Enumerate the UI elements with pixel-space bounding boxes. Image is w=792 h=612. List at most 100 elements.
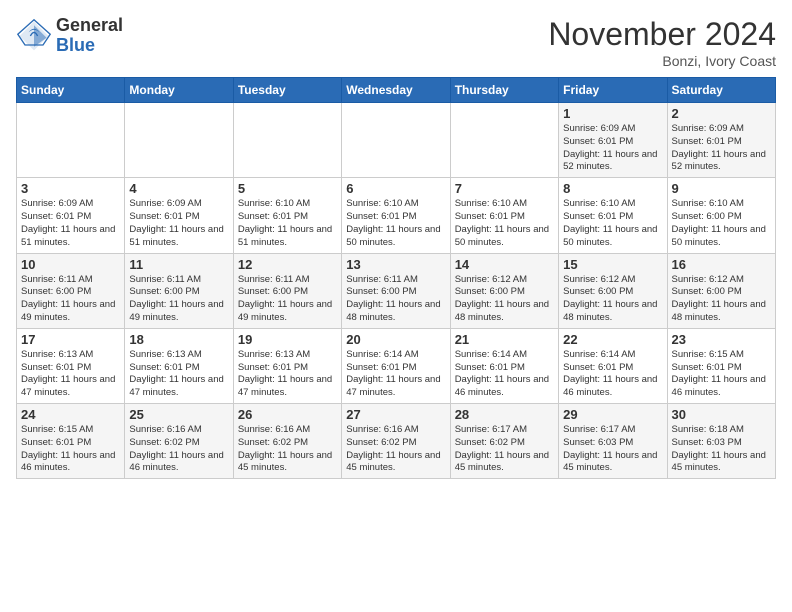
weekday-header: Wednesday: [342, 78, 450, 103]
day-info: Sunrise: 6:10 AM Sunset: 6:01 PM Dayligh…: [346, 198, 445, 249]
day-info: Sunrise: 6:12 AM Sunset: 6:00 PM Dayligh…: [563, 274, 662, 325]
calendar-cell: [17, 103, 125, 178]
calendar-cell: [342, 103, 450, 178]
day-info: Sunrise: 6:10 AM Sunset: 6:01 PM Dayligh…: [238, 198, 337, 249]
day-info: Sunrise: 6:11 AM Sunset: 6:00 PM Dayligh…: [238, 274, 337, 325]
calendar-week-row: 24 Sunrise: 6:15 AM Sunset: 6:01 PM Dayli…: [17, 404, 776, 479]
day-info: Sunrise: 6:15 AM Sunset: 6:01 PM Dayligh…: [21, 424, 120, 475]
day-info: Sunrise: 6:12 AM Sunset: 6:00 PM Dayligh…: [455, 274, 554, 325]
logo-icon: [16, 18, 52, 54]
calendar-cell: 20 Sunrise: 6:14 AM Sunset: 6:01 PM Dayli…: [342, 328, 450, 403]
day-info: Sunrise: 6:14 AM Sunset: 6:01 PM Dayligh…: [563, 349, 662, 400]
day-number: 30: [672, 407, 771, 422]
calendar-cell: 9 Sunrise: 6:10 AM Sunset: 6:00 PM Daylig…: [667, 178, 775, 253]
weekday-header: Tuesday: [233, 78, 341, 103]
location: Bonzi, Ivory Coast: [548, 53, 776, 69]
day-number: 7: [455, 181, 554, 196]
calendar-cell: 2Sunrise: 6:09 AM Sunset: 6:01 PM Daylig…: [667, 103, 775, 178]
day-number: 21: [455, 332, 554, 347]
calendar-cell: 7 Sunrise: 6:10 AM Sunset: 6:01 PM Daylig…: [450, 178, 558, 253]
calendar-cell: 3Sunrise: 6:09 AM Sunset: 6:01 PM Daylig…: [17, 178, 125, 253]
day-number: 10: [21, 257, 120, 272]
day-info: Sunrise: 6:10 AM Sunset: 6:00 PM Dayligh…: [672, 198, 771, 249]
day-number: 22: [563, 332, 662, 347]
calendar-cell: 22 Sunrise: 6:14 AM Sunset: 6:01 PM Dayli…: [559, 328, 667, 403]
day-info: Sunrise: 6:10 AM Sunset: 6:01 PM Dayligh…: [455, 198, 554, 249]
day-info: Sunrise: 6:14 AM Sunset: 6:01 PM Dayligh…: [346, 349, 445, 400]
day-number: 23: [672, 332, 771, 347]
calendar-cell: 12 Sunrise: 6:11 AM Sunset: 6:00 PM Dayli…: [233, 253, 341, 328]
calendar-cell: 18Sunrise: 6:13 AM Sunset: 6:01 PM Dayli…: [125, 328, 233, 403]
calendar-cell: 28 Sunrise: 6:17 AM Sunset: 6:02 PM Dayli…: [450, 404, 558, 479]
weekday-header: Sunday: [17, 78, 125, 103]
calendar-cell: 17Sunrise: 6:13 AM Sunset: 6:01 PM Dayli…: [17, 328, 125, 403]
day-info: Sunrise: 6:13 AM Sunset: 6:01 PM Dayligh…: [238, 349, 337, 400]
day-number: 4: [129, 181, 228, 196]
calendar-cell: 26 Sunrise: 6:16 AM Sunset: 6:02 PM Dayli…: [233, 404, 341, 479]
day-number: 20: [346, 332, 445, 347]
day-number: 18: [129, 332, 228, 347]
calendar-cell: 21Sunrise: 6:14 AM Sunset: 6:01 PM Dayli…: [450, 328, 558, 403]
day-info: Sunrise: 6:09 AM Sunset: 6:01 PM Dayligh…: [672, 123, 771, 174]
calendar-week-row: 10 Sunrise: 6:11 AM Sunset: 6:00 PM Dayli…: [17, 253, 776, 328]
calendar-cell: 19Sunrise: 6:13 AM Sunset: 6:01 PM Dayli…: [233, 328, 341, 403]
calendar-cell: [233, 103, 341, 178]
day-info: Sunrise: 6:11 AM Sunset: 6:00 PM Dayligh…: [129, 274, 228, 325]
day-info: Sunrise: 6:12 AM Sunset: 6:00 PM Dayligh…: [672, 274, 771, 325]
logo-general: General: [56, 16, 123, 36]
day-number: 5: [238, 181, 337, 196]
day-info: Sunrise: 6:16 AM Sunset: 6:02 PM Dayligh…: [346, 424, 445, 475]
day-info: Sunrise: 6:16 AM Sunset: 6:02 PM Dayligh…: [129, 424, 228, 475]
calendar-cell: [450, 103, 558, 178]
day-number: 28: [455, 407, 554, 422]
day-number: 29: [563, 407, 662, 422]
calendar-cell: 10 Sunrise: 6:11 AM Sunset: 6:00 PM Dayli…: [17, 253, 125, 328]
logo-text: General Blue: [56, 16, 123, 56]
day-number: 8: [563, 181, 662, 196]
day-number: 3: [21, 181, 120, 196]
weekday-header: Thursday: [450, 78, 558, 103]
day-info: Sunrise: 6:18 AM Sunset: 6:03 PM Dayligh…: [672, 424, 771, 475]
calendar-cell: [125, 103, 233, 178]
day-number: 11: [129, 257, 228, 272]
weekday-header: Monday: [125, 78, 233, 103]
day-info: Sunrise: 6:17 AM Sunset: 6:03 PM Dayligh…: [563, 424, 662, 475]
day-number: 27: [346, 407, 445, 422]
calendar-cell: 8Sunrise: 6:10 AM Sunset: 6:01 PM Daylig…: [559, 178, 667, 253]
day-number: 26: [238, 407, 337, 422]
day-number: 24: [21, 407, 120, 422]
day-info: Sunrise: 6:11 AM Sunset: 6:00 PM Dayligh…: [21, 274, 120, 325]
day-info: Sunrise: 6:16 AM Sunset: 6:02 PM Dayligh…: [238, 424, 337, 475]
day-number: 1: [563, 106, 662, 121]
title-block: November 2024 Bonzi, Ivory Coast: [548, 16, 776, 69]
logo: General Blue: [16, 16, 123, 56]
day-number: 13: [346, 257, 445, 272]
day-info: Sunrise: 6:17 AM Sunset: 6:02 PM Dayligh…: [455, 424, 554, 475]
day-number: 12: [238, 257, 337, 272]
calendar-cell: 13 Sunrise: 6:11 AM Sunset: 6:00 PM Dayli…: [342, 253, 450, 328]
calendar-week-row: 1 Sunrise: 6:09 AM Sunset: 6:01 PM Daylig…: [17, 103, 776, 178]
calendar-cell: 14 Sunrise: 6:12 AM Sunset: 6:00 PM Dayli…: [450, 253, 558, 328]
calendar-cell: 15Sunrise: 6:12 AM Sunset: 6:00 PM Dayli…: [559, 253, 667, 328]
weekday-header: Saturday: [667, 78, 775, 103]
calendar-cell: 11 Sunrise: 6:11 AM Sunset: 6:00 PM Dayli…: [125, 253, 233, 328]
day-info: Sunrise: 6:15 AM Sunset: 6:01 PM Dayligh…: [672, 349, 771, 400]
day-number: 25: [129, 407, 228, 422]
calendar-cell: 24 Sunrise: 6:15 AM Sunset: 6:01 PM Dayli…: [17, 404, 125, 479]
day-info: Sunrise: 6:09 AM Sunset: 6:01 PM Dayligh…: [129, 198, 228, 249]
calendar-cell: 4 Sunrise: 6:09 AM Sunset: 6:01 PM Daylig…: [125, 178, 233, 253]
day-number: 16: [672, 257, 771, 272]
day-info: Sunrise: 6:11 AM Sunset: 6:00 PM Dayligh…: [346, 274, 445, 325]
day-number: 6: [346, 181, 445, 196]
month-title: November 2024: [548, 16, 776, 53]
calendar-table: SundayMondayTuesdayWednesdayThursdayFrid…: [16, 77, 776, 479]
calendar-cell: 23 Sunrise: 6:15 AM Sunset: 6:01 PM Dayli…: [667, 328, 775, 403]
day-info: Sunrise: 6:09 AM Sunset: 6:01 PM Dayligh…: [563, 123, 662, 174]
page-header: General Blue November 2024 Bonzi, Ivory …: [16, 16, 776, 69]
day-number: 14: [455, 257, 554, 272]
day-number: 9: [672, 181, 771, 196]
calendar-cell: 30 Sunrise: 6:18 AM Sunset: 6:03 PM Dayli…: [667, 404, 775, 479]
calendar-cell: 6 Sunrise: 6:10 AM Sunset: 6:01 PM Daylig…: [342, 178, 450, 253]
weekday-header: Friday: [559, 78, 667, 103]
day-info: Sunrise: 6:13 AM Sunset: 6:01 PM Dayligh…: [21, 349, 120, 400]
